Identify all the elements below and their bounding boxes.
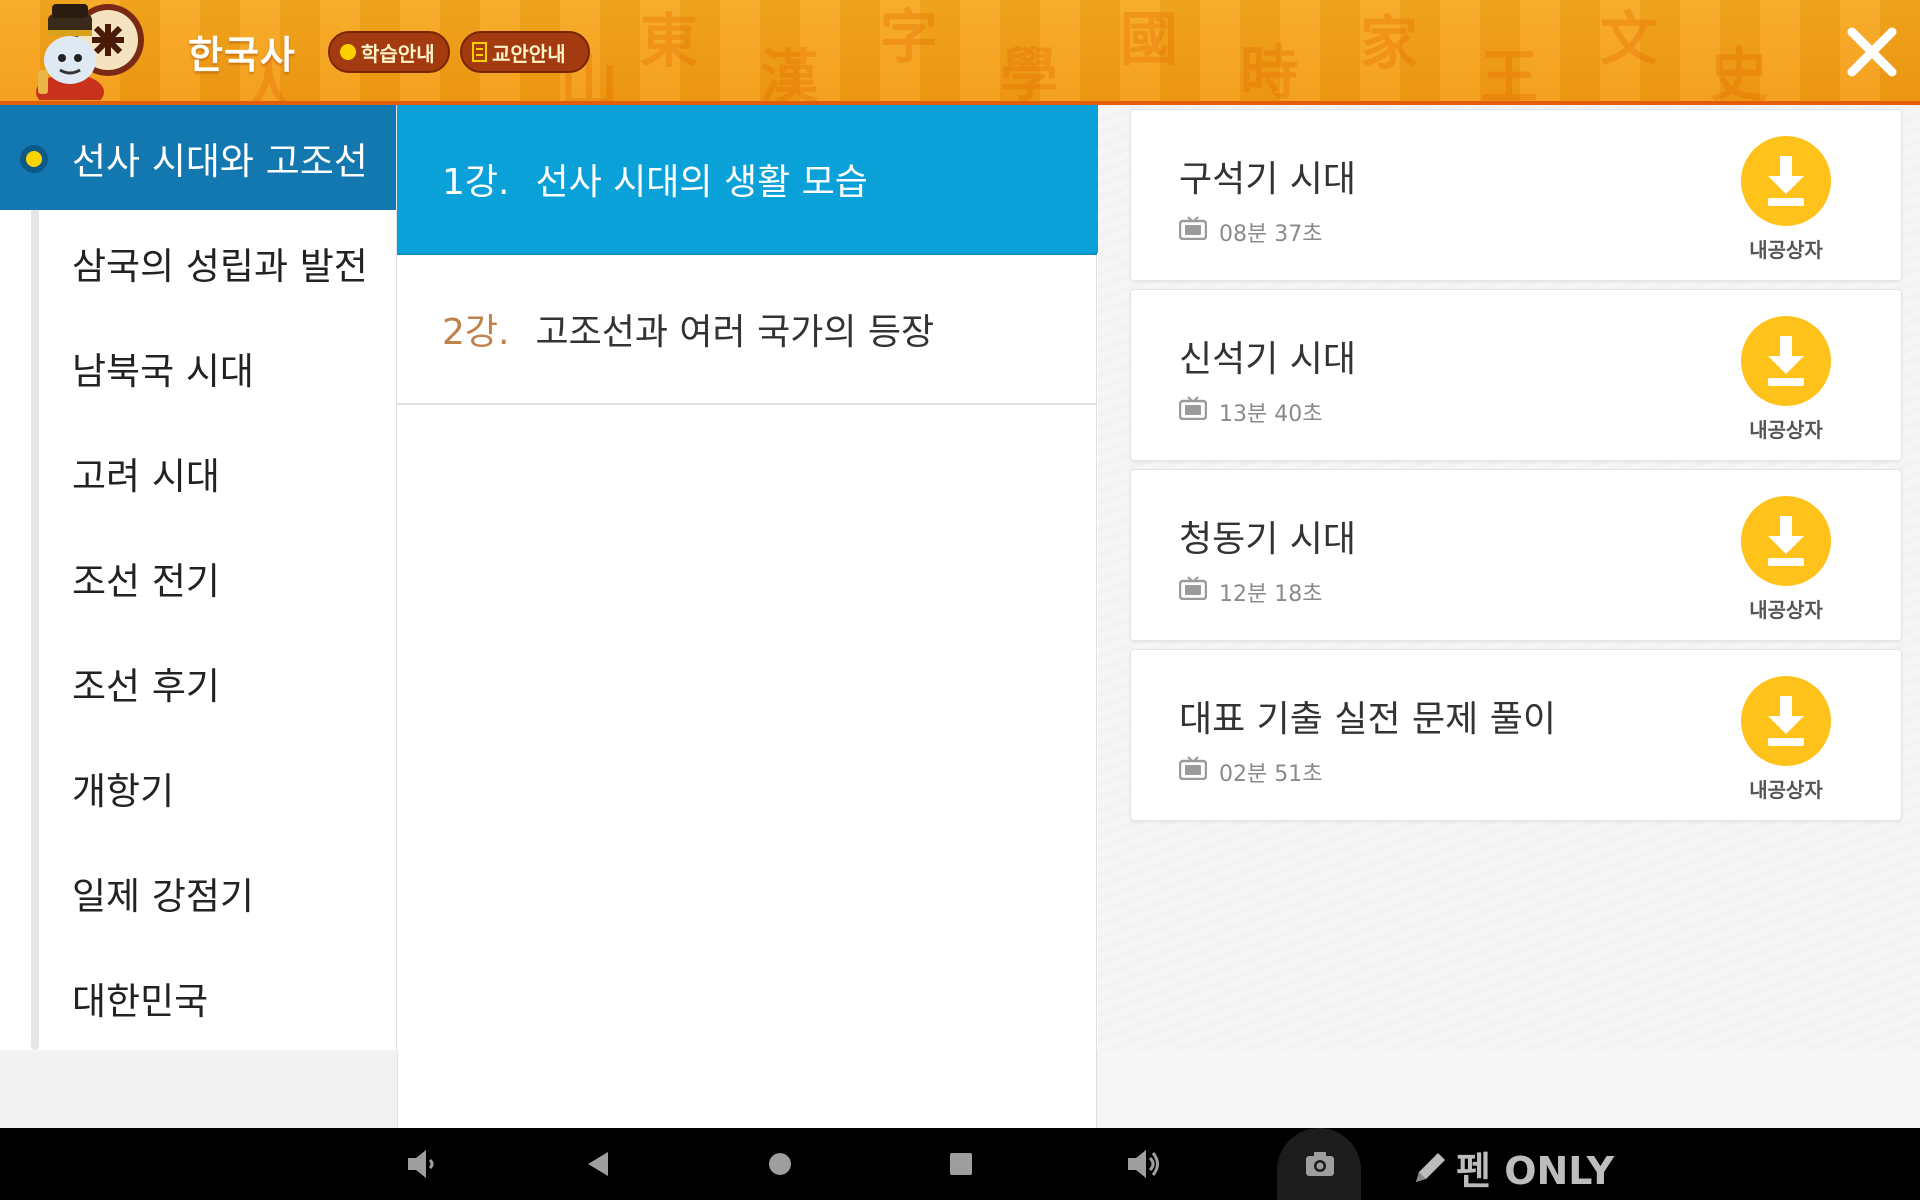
- pen-only-label: 펜 ONLY: [1456, 1149, 1615, 1193]
- download-button[interactable]: [1741, 676, 1831, 766]
- background-pattern: 時: [1240, 39, 1299, 105]
- lecture-title: 고조선과 여러 국가의 등장: [535, 312, 935, 353]
- download-button[interactable]: [1741, 136, 1831, 226]
- video-title: 청동기 시대: [1179, 519, 1357, 560]
- lecture-item-2[interactable]: 2강. 고조선과 여러 국가의 등장: [397, 255, 1097, 405]
- download-button[interactable]: [1741, 316, 1831, 406]
- chapter-item-three-kingdoms[interactable]: 삼국의 성립과 발전: [0, 210, 396, 315]
- document-icon: [472, 42, 487, 62]
- video-card[interactable]: 대표 기출 실전 문제 풀이 02분 51초 내공상자: [1130, 649, 1902, 821]
- video-title: 구석기 시대: [1179, 159, 1357, 200]
- chapter-item-prehistoric[interactable]: 선사 시대와 고조선: [0, 105, 396, 210]
- download-icon: [1768, 336, 1804, 386]
- chapter-item-opening-period[interactable]: 개항기: [0, 735, 396, 840]
- camera-icon[interactable]: [1302, 1146, 1338, 1182]
- download-label: 내공상자: [1749, 778, 1823, 802]
- lesson-guide-button[interactable]: 교안안내: [460, 31, 590, 73]
- lecture-number: 1강.: [442, 162, 510, 203]
- active-chapter-dot-icon: [20, 145, 48, 173]
- background-pattern: 史: [1710, 41, 1769, 105]
- download-label: 내공상자: [1749, 598, 1823, 622]
- study-guide-label: 학습안내: [361, 41, 435, 66]
- video-card[interactable]: 청동기 시대 12분 18초 내공상자: [1130, 469, 1902, 641]
- video-title: 신석기 시대: [1179, 339, 1357, 380]
- tv-icon: [1179, 216, 1207, 240]
- chapter-label: 남북국 시대: [72, 349, 254, 393]
- download-button[interactable]: [1741, 496, 1831, 586]
- king-mascot-logo: [36, 4, 144, 100]
- video-duration: 08분 37초: [1219, 222, 1323, 247]
- background-pattern: 文: [1600, 5, 1659, 73]
- home-icon[interactable]: [764, 1146, 796, 1182]
- video-card[interactable]: 신석기 시대 13분 40초 내공상자: [1130, 289, 1902, 461]
- chapter-label: 개항기: [72, 769, 175, 813]
- volume-down-icon[interactable]: [404, 1146, 436, 1182]
- chapter-item-republic-of-korea[interactable]: 대한민국: [0, 945, 396, 1050]
- study-guide-button[interactable]: 학습안내: [328, 31, 450, 73]
- content-bottom-area: [0, 1050, 1920, 1128]
- background-pattern: 漢: [760, 43, 819, 105]
- background-pattern: 學: [1000, 41, 1059, 105]
- close-icon[interactable]: [1842, 22, 1902, 82]
- dot-icon: [340, 44, 356, 60]
- lesson-guide-label: 교안안내: [492, 41, 566, 66]
- chapter-item-late-joseon[interactable]: 조선 후기: [0, 630, 396, 735]
- download-icon: [1768, 696, 1804, 746]
- background-pattern: 字: [880, 3, 939, 71]
- lecture-panel: 1강. 선사 시대의 생활 모습 2강. 고조선과 여러 국가의 등장: [397, 105, 1113, 1050]
- pen-only-button[interactable]: 펜 ONLY: [1410, 1140, 1614, 1195]
- video-duration: 02분 51초: [1219, 762, 1323, 787]
- background-pattern: 國: [1120, 5, 1179, 73]
- video-title: 대표 기출 실전 문제 풀이: [1179, 699, 1556, 740]
- tv-icon: [1179, 756, 1207, 780]
- chapter-item-japanese-occupation[interactable]: 일제 강점기: [0, 840, 396, 945]
- chapter-list: 선사 시대와 고조선 삼국의 성립과 발전 남북국 시대 고려 시대 조선 전기…: [0, 105, 396, 1050]
- tv-icon: [1179, 396, 1207, 420]
- pencil-icon: [1416, 1152, 1445, 1182]
- chapter-label: 일제 강점기: [72, 874, 254, 918]
- system-navigation-bar: 펜 ONLY: [0, 1128, 1920, 1200]
- video-card[interactable]: 구석기 시대 08분 37초 내공상자: [1130, 109, 1902, 281]
- tv-icon: [1179, 576, 1207, 600]
- lecture-number: 2강.: [442, 312, 510, 353]
- chapter-label: 조선 후기: [72, 664, 220, 708]
- volume-up-icon[interactable]: [1124, 1146, 1160, 1182]
- download-icon: [1768, 516, 1804, 566]
- chapter-label: 선사 시대와 고조선: [72, 139, 368, 183]
- background-pattern: 東: [640, 7, 699, 75]
- chapter-label: 삼국의 성립과 발전: [72, 244, 368, 288]
- download-label: 내공상자: [1749, 418, 1823, 442]
- chapter-label: 대한민국: [72, 979, 209, 1023]
- chapter-item-north-south-states[interactable]: 남북국 시대: [0, 315, 396, 420]
- lecture-item-1[interactable]: 1강. 선사 시대의 생활 모습: [397, 105, 1097, 255]
- app-title: 한국사: [188, 33, 296, 77]
- recent-apps-icon[interactable]: [946, 1146, 976, 1182]
- app-header: 東 漢 字 學 國 時 家 王 文 史 人 山 한국사 학습안내 교안안내: [0, 0, 1920, 105]
- download-icon: [1768, 156, 1804, 206]
- video-duration: 12분 18초: [1219, 582, 1323, 607]
- lecture-title: 선사 시대의 생활 모습: [535, 162, 868, 203]
- download-label: 내공상자: [1749, 238, 1823, 262]
- video-panel: 구석기 시대 08분 37초 내공상자 신석기 시대 13분 40초 내공상자 …: [1098, 105, 1920, 1050]
- chapter-item-early-joseon[interactable]: 조선 전기: [0, 525, 396, 630]
- chapter-label: 조선 전기: [72, 559, 220, 603]
- chapter-label: 고려 시대: [72, 454, 220, 498]
- chapter-panel: 선사 시대와 고조선 삼국의 성립과 발전 남북국 시대 고려 시대 조선 전기…: [0, 105, 397, 1050]
- background-pattern: 家: [1360, 9, 1419, 77]
- background-pattern: 王: [1480, 43, 1539, 105]
- back-icon[interactable]: [584, 1146, 614, 1182]
- chapter-item-goryeo[interactable]: 고려 시대: [0, 420, 396, 525]
- video-duration: 13분 40초: [1219, 402, 1323, 427]
